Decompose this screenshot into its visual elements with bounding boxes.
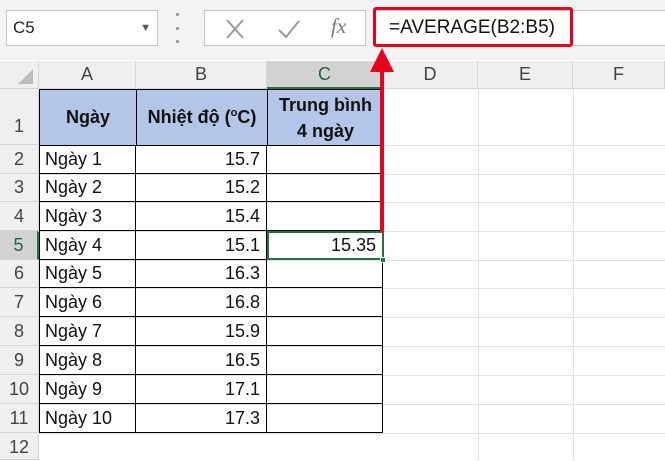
cell-day[interactable]: Ngày 10 — [39, 404, 136, 433]
active-cell-selection[interactable] — [267, 231, 384, 260]
row-header-7[interactable]: 7 — [0, 288, 39, 317]
cell-average[interactable] — [267, 174, 383, 202]
header-label-ngay: Ngày — [65, 107, 110, 127]
cell-average[interactable] — [267, 202, 383, 231]
cell-temperature[interactable]: 16.8 — [136, 288, 267, 317]
cell-average[interactable] — [267, 404, 383, 433]
row-header-6[interactable]: 6 — [0, 260, 39, 288]
name-box[interactable]: C5 ▼ — [6, 10, 158, 46]
cell-temperature[interactable]: 16.3 — [136, 260, 267, 288]
chevron-down-icon[interactable]: ▼ — [140, 11, 151, 45]
cell-average[interactable] — [267, 346, 383, 375]
column-header-a[interactable]: A — [39, 61, 136, 89]
column-header-f[interactable]: F — [573, 61, 665, 89]
row-header-2[interactable]: 2 — [0, 145, 39, 174]
check-icon[interactable] — [275, 16, 303, 42]
cell-day[interactable]: Ngày 8 — [39, 346, 136, 375]
cell-day[interactable]: Ngày 2 — [39, 174, 136, 202]
select-all-corner[interactable] — [0, 61, 39, 89]
cell-temperature[interactable]: 16.5 — [136, 346, 267, 375]
annotation-arrow-line — [380, 68, 384, 232]
cancel-icon[interactable] — [221, 16, 249, 42]
row-header-3[interactable]: 3 — [0, 174, 39, 202]
cell-day[interactable]: Ngày 4 — [39, 231, 136, 260]
header-label-nhiet-do: Nhiệt độ (oC) — [148, 107, 257, 128]
cell-temperature[interactable]: 15.1 — [136, 231, 267, 260]
header-label-trung-binh-line2: 4 ngày — [296, 120, 355, 141]
cell-average[interactable] — [267, 317, 383, 346]
formula-buttons: fx — [204, 10, 366, 46]
cell-average[interactable] — [267, 288, 383, 317]
formula-bar: C5 ▼ fx =AVERAGE(B2:B5) — [0, 0, 665, 60]
row-header-9[interactable]: 9 — [0, 346, 39, 375]
row-header-4[interactable]: 4 — [0, 202, 39, 231]
header-cell-nhiet-do[interactable]: Nhiệt độ (oC) — [137, 90, 268, 146]
cell-day[interactable]: Ngày 6 — [39, 288, 136, 317]
cell-average[interactable] — [267, 145, 383, 174]
cell-day[interactable]: Ngày 5 — [39, 260, 136, 288]
cell-temperature[interactable]: 15.9 — [136, 317, 267, 346]
row-header-11[interactable]: 11 — [0, 404, 39, 433]
drag-handle-icon[interactable] — [174, 13, 180, 43]
fill-handle[interactable] — [380, 257, 386, 263]
cell-temperature[interactable]: 15.2 — [136, 174, 267, 202]
header-label-unit: C) — [237, 107, 257, 127]
header-label-trung-binh-line1: Trung bình — [279, 94, 372, 115]
header-cell-trung-binh[interactable]: Trung bình 4 ngày — [268, 90, 384, 146]
gridline — [38, 433, 665, 434]
row-header-1[interactable]: 1 — [0, 89, 39, 145]
row-header-8[interactable]: 8 — [0, 317, 39, 346]
header-label-main: Nhiệt độ ( — [147, 107, 231, 127]
cell-average[interactable] — [267, 375, 383, 404]
cell-day[interactable]: Ngày 1 — [39, 145, 136, 174]
cell-day[interactable]: Ngày 9 — [39, 375, 136, 404]
column-header-b[interactable]: B — [136, 61, 267, 89]
row-header-10[interactable]: 10 — [0, 375, 39, 404]
insert-function-button[interactable]: fx — [331, 14, 346, 39]
row-header-5[interactable]: 5 — [0, 231, 39, 260]
cell-temperature[interactable]: 17.1 — [136, 375, 267, 404]
annotation-arrow-head — [370, 48, 394, 72]
header-cell-ngay[interactable]: Ngày — [40, 90, 137, 146]
cell-temperature[interactable]: 15.4 — [136, 202, 267, 231]
cell-average[interactable] — [267, 260, 383, 288]
cell-temperature[interactable]: 17.3 — [136, 404, 267, 433]
row-header-12[interactable]: 12 — [0, 433, 39, 460]
name-box-value: C5 — [13, 18, 35, 37]
column-header-e[interactable]: E — [478, 61, 573, 89]
cell-day[interactable]: Ngày 3 — [39, 202, 136, 231]
cell-day[interactable]: Ngày 7 — [39, 317, 136, 346]
column-header-c[interactable]: C — [267, 61, 383, 89]
formula-highlight-box — [373, 7, 573, 47]
column-header-d[interactable]: D — [383, 61, 478, 89]
cell-temperature[interactable]: 15.7 — [136, 145, 267, 174]
